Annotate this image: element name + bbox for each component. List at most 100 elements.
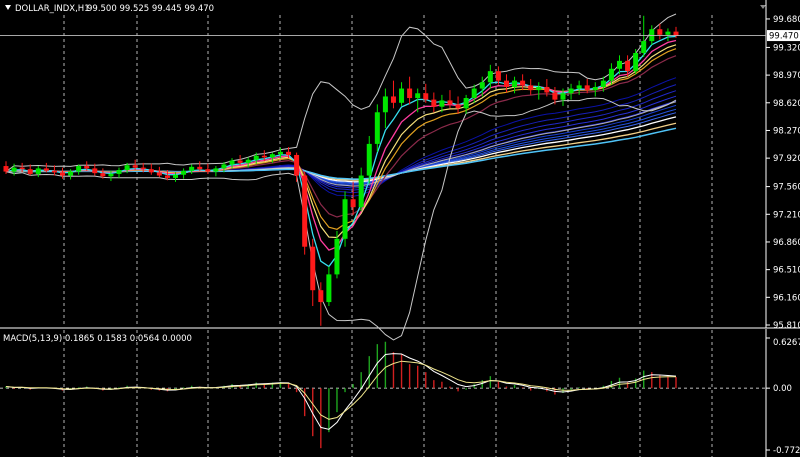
candle-body bbox=[205, 169, 211, 172]
candle-body bbox=[560, 93, 566, 100]
candle-body bbox=[463, 98, 469, 109]
candle-body bbox=[253, 155, 259, 160]
candle-body bbox=[423, 93, 429, 100]
candle-body bbox=[76, 166, 82, 172]
candle-body bbox=[528, 85, 534, 91]
candle-body bbox=[592, 86, 598, 91]
candle-body bbox=[269, 154, 275, 158]
candle-body bbox=[60, 172, 66, 176]
price-tick-label: 97.920 bbox=[773, 154, 800, 164]
candle-body bbox=[600, 80, 606, 87]
candle-body bbox=[27, 169, 33, 174]
candle-body bbox=[302, 175, 308, 247]
candle-body bbox=[633, 52, 639, 72]
candle-body bbox=[19, 167, 25, 170]
candle-body bbox=[495, 71, 501, 81]
candle-body bbox=[116, 170, 122, 174]
chart-header: DOLLAR_INDX,H1 99.500 99.525 99.445 99.4… bbox=[5, 4, 214, 14]
candle-body bbox=[318, 290, 324, 303]
candle-body bbox=[536, 86, 542, 91]
macd-label: MACD(5,13,9) 0.1865 0.1583 0.0564 0.0000 bbox=[3, 334, 192, 344]
candle-body bbox=[479, 82, 485, 89]
macd-tick-label: -0.7729 bbox=[773, 446, 800, 456]
current-price-value: 99.470 bbox=[769, 32, 799, 42]
price-tick-label: 97.210 bbox=[773, 210, 800, 220]
candle-body bbox=[366, 143, 372, 176]
current-price-tag: 99.470 bbox=[767, 30, 800, 42]
candle-body bbox=[673, 31, 679, 36]
candle-body bbox=[625, 60, 631, 72]
candle-body bbox=[544, 86, 550, 93]
candle-body bbox=[51, 170, 57, 173]
candle-body bbox=[415, 93, 421, 99]
candle-body bbox=[277, 151, 283, 155]
candle-body bbox=[665, 31, 671, 35]
candle-body bbox=[286, 151, 292, 155]
candle-body bbox=[310, 246, 316, 291]
candle-body bbox=[68, 171, 74, 176]
candle-body bbox=[132, 165, 138, 168]
candle-body bbox=[390, 96, 396, 103]
price-tick-label: 99.680 bbox=[773, 15, 800, 25]
candle-body bbox=[350, 199, 356, 208]
candle-body bbox=[140, 167, 146, 170]
price-tick-label: 98.970 bbox=[773, 71, 800, 81]
trading-chart[interactable]: DOLLAR_INDX,H1 99.500 99.525 99.445 99.4… bbox=[0, 0, 800, 457]
price-tick-label: 96.860 bbox=[773, 238, 800, 248]
ohlc-label: 99.500 99.525 99.445 99.470 bbox=[87, 4, 214, 14]
candle-body bbox=[520, 80, 526, 86]
price-tick-label: 95.810 bbox=[773, 321, 800, 331]
candle-body bbox=[237, 160, 243, 163]
candle-body bbox=[84, 166, 90, 169]
candle-body bbox=[245, 159, 251, 163]
candle-body bbox=[294, 154, 300, 176]
candle-body bbox=[487, 71, 493, 83]
candle-body bbox=[3, 166, 9, 172]
candle-body bbox=[439, 100, 445, 107]
candle-body bbox=[374, 112, 380, 144]
candle-body bbox=[641, 41, 647, 53]
macd-tick-label: 0.00 bbox=[773, 384, 792, 394]
candle-body bbox=[197, 166, 203, 170]
candle-body bbox=[189, 166, 195, 171]
candle-body bbox=[568, 88, 574, 94]
candle-body bbox=[455, 104, 461, 109]
candle-body bbox=[471, 88, 477, 99]
macd-tick-label: 0.6267 bbox=[773, 338, 800, 348]
candle-body bbox=[164, 175, 170, 178]
candle-body bbox=[148, 169, 154, 173]
candle-body bbox=[657, 29, 663, 35]
candle-body bbox=[35, 168, 41, 174]
candle-body bbox=[382, 96, 388, 113]
symbol-label: DOLLAR_INDX,H1 bbox=[15, 4, 90, 14]
candle-body bbox=[503, 80, 509, 87]
price-tick-label: 98.270 bbox=[773, 126, 800, 136]
price-tick-label: 98.620 bbox=[773, 99, 800, 109]
candle-body bbox=[124, 165, 130, 170]
candle-body bbox=[512, 80, 518, 87]
candle-body bbox=[342, 199, 348, 239]
candle-body bbox=[431, 99, 437, 107]
candle-body bbox=[100, 173, 106, 177]
candle-body bbox=[552, 92, 558, 100]
candle-body bbox=[173, 174, 179, 178]
candle-body bbox=[358, 175, 364, 208]
candle-body bbox=[181, 170, 187, 175]
candle-body bbox=[108, 173, 114, 177]
candle-body bbox=[43, 168, 49, 171]
candle-body bbox=[213, 168, 219, 172]
price-tick-label: 99.320 bbox=[773, 43, 800, 53]
candle-body bbox=[92, 168, 98, 174]
candle-body bbox=[229, 160, 235, 165]
candle-body bbox=[407, 88, 413, 99]
candle-body bbox=[334, 238, 340, 275]
candle-body bbox=[584, 85, 590, 91]
candle-body bbox=[447, 100, 453, 105]
price-tick-label: 96.160 bbox=[773, 293, 800, 303]
price-tick-label: 97.560 bbox=[773, 183, 800, 193]
candle-body bbox=[616, 60, 622, 69]
candle-body bbox=[608, 68, 614, 81]
candle-body bbox=[326, 274, 332, 303]
price-tick-label: 96.510 bbox=[773, 266, 800, 276]
candle-body bbox=[11, 167, 17, 172]
